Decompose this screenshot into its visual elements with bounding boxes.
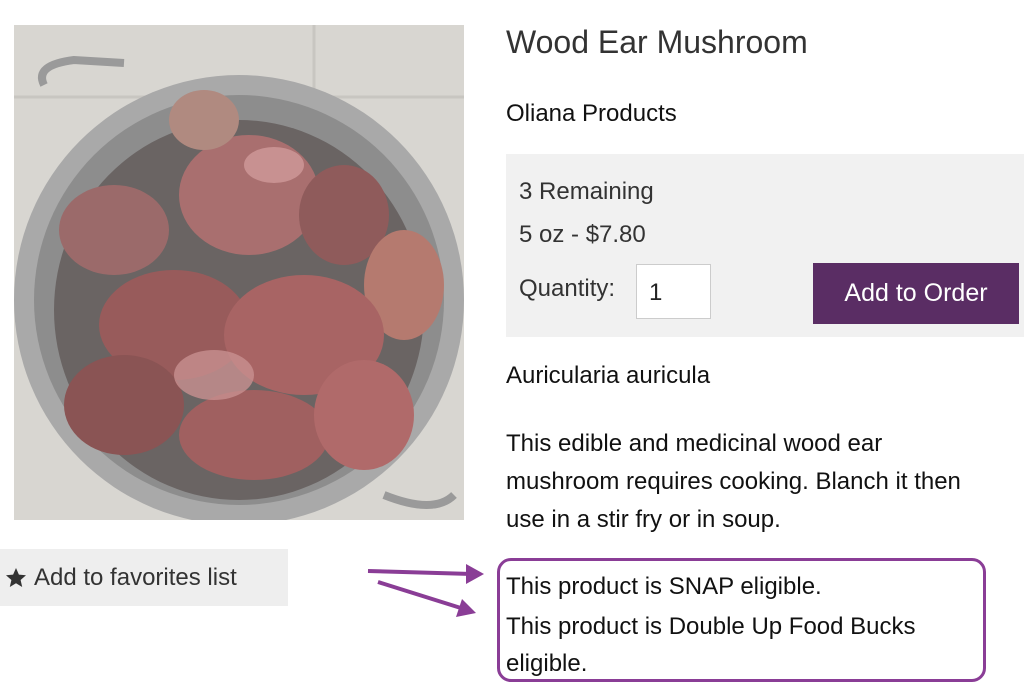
quantity-label: Quantity:: [519, 275, 616, 302]
stock-remaining: 3 Remaining: [519, 178, 654, 205]
product-title: Wood Ear Mushroom: [506, 24, 808, 60]
product-photo: [14, 25, 464, 520]
vendor-name[interactable]: Oliana Products: [506, 100, 677, 128]
scientific-name: Auricularia auricula: [506, 362, 711, 389]
annotation-arrows-icon: [367, 564, 484, 617]
quantity-input[interactable]: 1: [636, 264, 711, 319]
favorites-label: Add to favorites list: [34, 563, 237, 591]
buy-box: 3 Remaining 5 oz - $7.80 Quantity: 1 Add…: [506, 154, 1024, 337]
product-description: This edible and medicinal wood ear mushr…: [506, 425, 1021, 539]
add-to-order-button[interactable]: Add to Order: [813, 263, 1019, 324]
description-line: use in a stir fry or in soup.: [506, 506, 781, 533]
price-text: 5 oz - $7.80: [519, 221, 646, 248]
star-icon: [6, 567, 26, 587]
dufb-eligible-text: This product is Double Up Food Bucks: [506, 613, 916, 640]
snap-eligible-text: This product is SNAP eligible.: [506, 573, 822, 600]
mushroom-colander-image: [14, 25, 464, 520]
description-line: This edible and medicinal wood ear: [506, 430, 883, 457]
description-line: mushroom requires cooking. Blanch it the…: [506, 468, 961, 495]
add-to-favorites-button[interactable]: Add to favorites list: [0, 549, 288, 606]
dufb-eligible-text-cont: eligible.: [506, 650, 588, 677]
